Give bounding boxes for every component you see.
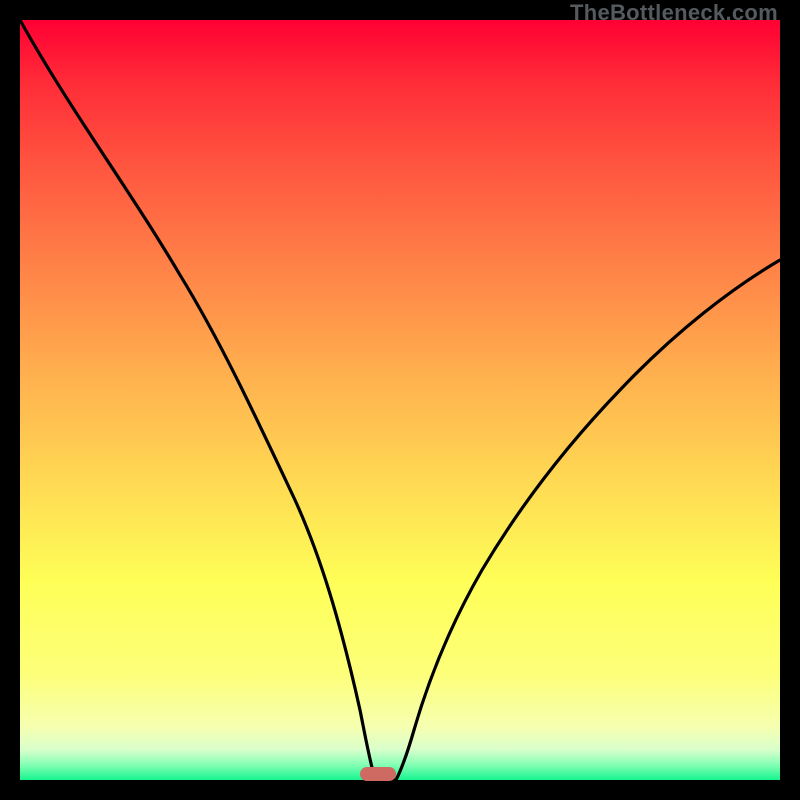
plot-area [20, 20, 780, 780]
chart-frame: TheBottleneck.com [0, 0, 800, 800]
curve-layer [20, 20, 780, 780]
bottleneck-curve [20, 20, 780, 780]
optimal-marker [360, 767, 396, 781]
